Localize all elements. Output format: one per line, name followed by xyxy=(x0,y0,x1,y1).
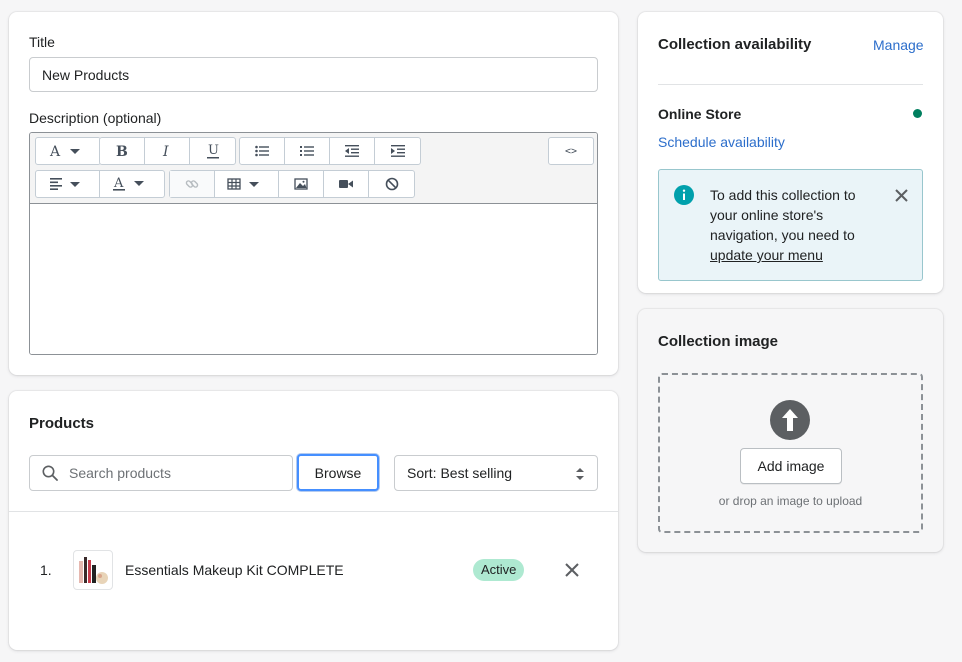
svg-text:B: B xyxy=(116,144,128,158)
banner-line-2: your online store's xyxy=(710,207,824,223)
update-menu-link[interactable]: update your menu xyxy=(710,247,823,263)
text-color-icon: A xyxy=(113,176,144,191)
add-image-button[interactable]: Add image xyxy=(740,448,842,484)
indent-icon xyxy=(390,145,405,157)
status-badge: Active xyxy=(473,559,525,581)
search-products-field[interactable]: Search products xyxy=(29,455,293,491)
products-card: Products Search products Browse Sort: Be… xyxy=(9,391,618,650)
svg-text:A: A xyxy=(49,144,61,158)
bold-button[interactable]: B xyxy=(100,138,145,164)
collection-image-heading: Collection image xyxy=(658,333,779,350)
svg-text:A: A xyxy=(113,176,124,191)
availability-divider xyxy=(658,84,923,85)
clear-format-button[interactable] xyxy=(369,171,414,197)
font-group: A xyxy=(35,137,101,165)
info-banner: To add this collection to your online st… xyxy=(658,169,923,281)
italic-icon: I xyxy=(162,144,169,158)
banner-text: To add this collection to your online st… xyxy=(710,185,880,265)
sort-label: Sort: Best selling xyxy=(407,465,513,481)
title-description-card: Title New Products Description (optional… xyxy=(9,12,618,375)
table-dropdown[interactable] xyxy=(215,171,279,197)
video-icon xyxy=(339,180,353,188)
availability-heading: Collection availability xyxy=(658,36,812,53)
bulleted-list-icon xyxy=(255,145,269,157)
align-icon xyxy=(49,178,80,190)
link-button[interactable] xyxy=(170,171,215,197)
product-index: 1. xyxy=(40,562,52,578)
description-editor: A B I U <> A xyxy=(29,132,598,355)
sort-select[interactable]: Sort: Best selling xyxy=(394,455,598,491)
outdent-button[interactable] xyxy=(330,138,375,164)
image-button[interactable] xyxy=(279,171,324,197)
description-label: Description (optional) xyxy=(29,110,162,126)
product-thumbnail xyxy=(73,550,113,590)
font-dropdown[interactable]: A xyxy=(36,138,100,164)
makeup-kit-image xyxy=(79,557,108,584)
text-color-dropdown[interactable]: A xyxy=(100,171,164,197)
indent-button[interactable] xyxy=(375,138,420,164)
drop-hint: or drop an image to upload xyxy=(718,494,863,508)
svg-text:U: U xyxy=(208,143,219,158)
banner-line-1: To add this collection to xyxy=(710,187,856,203)
code-view-icon: <> xyxy=(564,145,578,157)
collection-image-card: Collection image Add image or drop an im… xyxy=(638,309,943,552)
numbered-list-button[interactable] xyxy=(285,138,330,164)
numbered-list-icon xyxy=(300,146,314,156)
underline-button[interactable]: U xyxy=(190,138,235,164)
products-divider xyxy=(9,511,618,512)
link-icon xyxy=(185,180,199,188)
image-icon xyxy=(294,178,308,190)
banner-line-3: navigation, you need to xyxy=(710,227,855,243)
product-name[interactable]: Essentials Makeup Kit COMPLETE xyxy=(125,562,344,578)
close-icon[interactable] xyxy=(895,189,908,202)
italic-button[interactable]: I xyxy=(145,138,190,164)
format-group: A xyxy=(35,170,165,198)
svg-text:I: I xyxy=(162,144,169,158)
availability-card: Collection availability Manage Online St… xyxy=(638,12,943,293)
schedule-availability-link[interactable]: Schedule availability xyxy=(658,134,785,150)
image-dropzone[interactable]: Add image or drop an image to upload xyxy=(658,373,923,533)
select-arrows-icon xyxy=(576,468,584,480)
search-placeholder: Search products xyxy=(69,465,171,481)
outdent-icon xyxy=(345,145,359,157)
align-dropdown[interactable] xyxy=(36,171,100,197)
browse-button[interactable]: Browse xyxy=(297,454,379,491)
product-row: 1. Essentials Makeup Kit COMPLETE Active xyxy=(9,546,618,594)
info-icon xyxy=(674,185,694,205)
search-icon xyxy=(42,465,58,481)
editor-body[interactable] xyxy=(30,205,597,354)
list-group xyxy=(239,137,421,165)
code-view-button[interactable]: <> xyxy=(549,138,593,164)
bulleted-list-button[interactable] xyxy=(240,138,285,164)
title-label: Title xyxy=(29,34,55,50)
code-view-group: <> xyxy=(548,137,594,165)
channel-name: Online Store xyxy=(658,106,742,122)
bold-icon: B xyxy=(116,144,128,158)
underline-icon: U xyxy=(206,143,219,159)
video-button[interactable] xyxy=(324,171,369,197)
text-style-group: B I U xyxy=(99,137,236,165)
manage-link[interactable]: Manage xyxy=(873,37,924,53)
clear-format-icon xyxy=(385,177,398,191)
upload-arrow-icon xyxy=(770,400,810,440)
remove-product-icon[interactable] xyxy=(565,563,579,577)
table-icon xyxy=(226,178,259,190)
insert-group xyxy=(169,170,415,198)
font-icon: A xyxy=(49,144,80,158)
title-input[interactable]: New Products xyxy=(29,57,598,92)
channel-status-dot xyxy=(913,109,922,118)
products-heading: Products xyxy=(29,415,95,432)
